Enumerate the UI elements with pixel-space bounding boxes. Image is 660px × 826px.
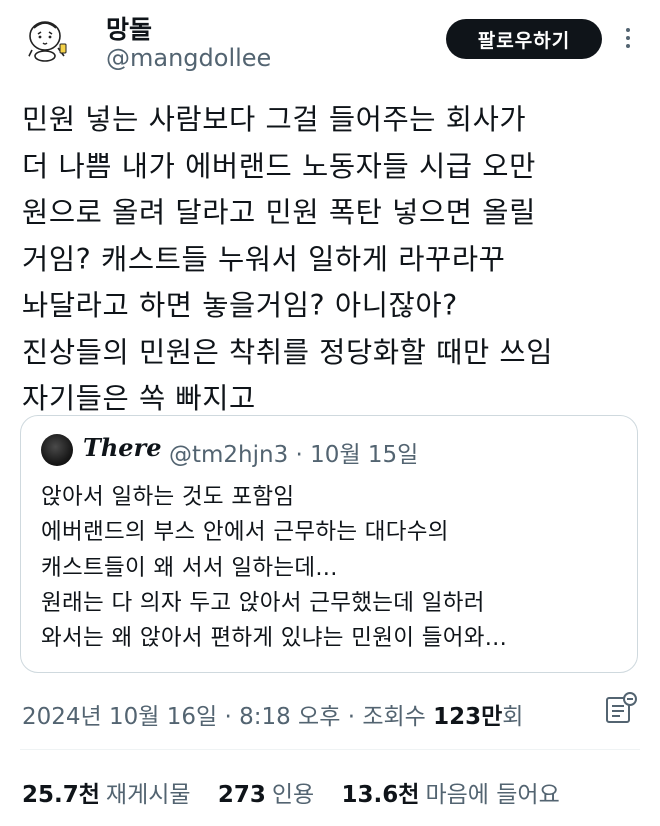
- quote-handle: @tm2hjn3: [169, 442, 289, 468]
- quote-display-name: There: [83, 433, 162, 462]
- quotes-count: 273: [217, 782, 266, 808]
- avatar-illustration: [22, 14, 72, 64]
- user-handle[interactable]: @mangdollee: [106, 44, 271, 72]
- follow-button[interactable]: 팔로우하기: [446, 19, 602, 59]
- quote-text: 앉아서 일하는 것도 포함임 에버랜드의 부스 안에서 근무하는 대다수의 캐스…: [41, 480, 507, 656]
- tweet-line: 거임? 캐스트들 누워서 일하게 라꾸라꾸: [22, 242, 506, 276]
- engagement-stats: 25.7천 재게시물 273 인용 13.6천 마음에 들어요: [22, 775, 580, 809]
- retweets-label: 재게시물: [105, 782, 191, 808]
- tweet-text: 민원 넣는 사람보다 그걸 들어주는 회사가 더 나쁨 내가 에버랜드 노동자들…: [22, 97, 642, 423]
- divider: [20, 749, 640, 750]
- display-name[interactable]: 망돌: [106, 10, 152, 46]
- tweet-line: 더 나쁨 내가 에버랜드 노동자들 시급 오만: [22, 149, 536, 183]
- quote-line: 앉아서 일하는 것도 포함임: [41, 484, 295, 510]
- likes-count: 13.6천: [341, 782, 420, 808]
- quote-avatar: [41, 434, 73, 466]
- likes-label: 마음에 들어요: [425, 782, 560, 808]
- quotes-label: 인용: [271, 782, 315, 808]
- tweet-header: 망돌 @mangdollee 팔로우하기: [0, 0, 660, 90]
- quote-line: 원래는 다 의자 두고 앉아서 근무했는데 일하러: [41, 589, 485, 616]
- tweet-line: 원으로 올려 달라고 민원 폭탄 넣으면 올릴: [22, 196, 536, 229]
- quote-line: 와서는 왜 앉아서 편하게 있냐는 민원이 들어와...: [41, 625, 508, 652]
- retweets-stat[interactable]: 25.7천 재게시물: [22, 775, 191, 809]
- view-count-unit: 만: [481, 704, 503, 730]
- likes-stat[interactable]: 13.6천 마음에 들어요: [342, 775, 560, 809]
- tweet-line: 놔달라고 하면 놓을거임? 아니잖아?: [22, 289, 458, 322]
- view-count-number: 123: [433, 704, 482, 730]
- quotes-stat[interactable]: 273 인용: [218, 775, 314, 809]
- quote-date: 10월 15일: [310, 442, 419, 468]
- quote-meta: @tm2hjn3 · 10월 15일: [169, 435, 418, 469]
- timestamp-text: 2024년 10월 16일 · 8:18 오후 · 조회수: [22, 704, 434, 730]
- analytics-glyph: [606, 692, 637, 723]
- view-count-suffix: 회: [502, 704, 524, 730]
- retweets-count: 25.7천: [22, 782, 100, 808]
- quoted-tweet[interactable]: There @tm2hjn3 · 10월 15일 앉아서 일하는 것도 포함임 …: [20, 415, 638, 673]
- tweet-timestamp[interactable]: 2024년 10월 16일 · 8:18 오후 · 조회수 123만회: [22, 697, 523, 731]
- tweet-line: 민원 넣는 사람보다 그걸 들어주는 회사가: [22, 103, 527, 136]
- dot: [626, 36, 630, 40]
- quote-line: 캐스트들이 왜 서서 일하는데...: [41, 554, 338, 581]
- dot: [626, 28, 630, 32]
- tweet-line: 진상들의 민원은 착취를 정당화할 때만 쓰임: [22, 335, 554, 369]
- avatar[interactable]: [22, 14, 72, 64]
- more-dots-icon[interactable]: [618, 24, 638, 54]
- quote-line: 에버랜드의 부스 안에서 근무하는 대다수의: [41, 519, 449, 546]
- quote-separator: ·: [295, 442, 303, 468]
- analytics-icon[interactable]: [602, 690, 640, 728]
- dot: [626, 44, 630, 48]
